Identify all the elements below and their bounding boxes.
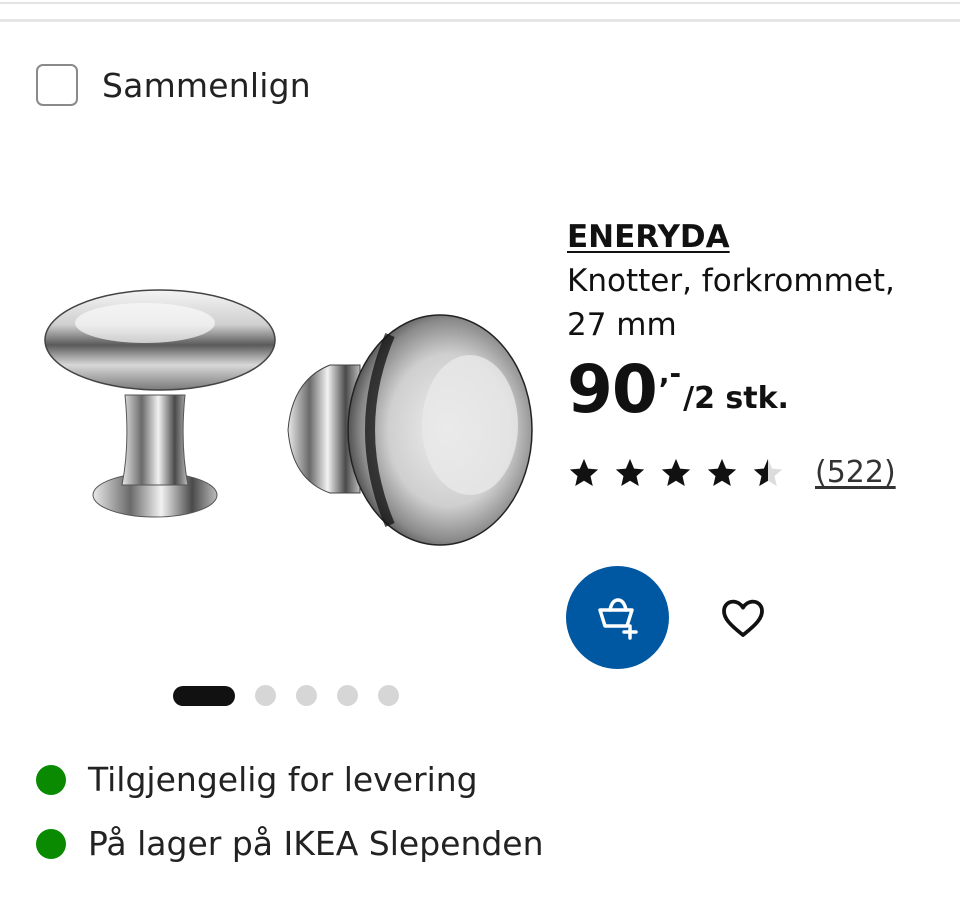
star-icon — [569, 458, 599, 486]
product-price: 90 ,- /2 stk. — [567, 355, 957, 425]
availability-text: Tilgjengelig for levering — [88, 760, 478, 799]
header-divider — [0, 19, 960, 22]
star-icon — [707, 458, 737, 486]
star-icon — [615, 458, 645, 486]
carousel-dots — [173, 685, 419, 706]
price-unit: /2 stk. — [683, 381, 789, 416]
product-size: 27 mm — [567, 307, 677, 343]
rating-stars — [567, 456, 797, 490]
availability-text: På lager på IKEA Slependen — [88, 824, 544, 863]
top-divider — [0, 2, 960, 4]
carousel-dot-3[interactable] — [296, 685, 317, 706]
add-to-cart-button[interactable] — [566, 566, 669, 669]
product-description: Knotter, forkrommet, — [567, 263, 895, 299]
product-rating[interactable]: (522) — [567, 455, 957, 490]
carousel-dot-2[interactable] — [255, 685, 276, 706]
carousel-dot-1[interactable] — [173, 685, 235, 706]
review-count[interactable]: (522) — [815, 455, 896, 490]
product-actions — [566, 566, 771, 669]
availability-status-dot — [36, 764, 66, 795]
half-star-icon — [753, 458, 783, 486]
product-name[interactable]: ENERYDA — [567, 215, 957, 259]
add-to-cart-icon — [597, 597, 638, 640]
product-image[interactable] — [30, 215, 550, 645]
star-icon — [661, 458, 691, 486]
compare-checkbox[interactable]: Sammenlign — [36, 64, 311, 106]
availability-delivery: Tilgjengelig for levering — [36, 760, 478, 799]
price-decimals: ,- — [658, 357, 682, 390]
favourite-button[interactable] — [715, 590, 771, 646]
heart-icon — [722, 599, 764, 637]
availability-store: På lager på IKEA Slependen — [36, 824, 544, 863]
carousel-dot-4[interactable] — [337, 685, 358, 706]
availability-status-dot — [36, 828, 66, 859]
checkbox-icon[interactable] — [36, 64, 78, 106]
carousel-dot-5[interactable] — [378, 685, 399, 706]
product-info: ENERYDA Knotter, forkrommet, 27 mm 90 ,-… — [567, 215, 957, 490]
price-amount: 90 — [567, 351, 658, 428]
compare-label: Sammenlign — [102, 65, 311, 105]
